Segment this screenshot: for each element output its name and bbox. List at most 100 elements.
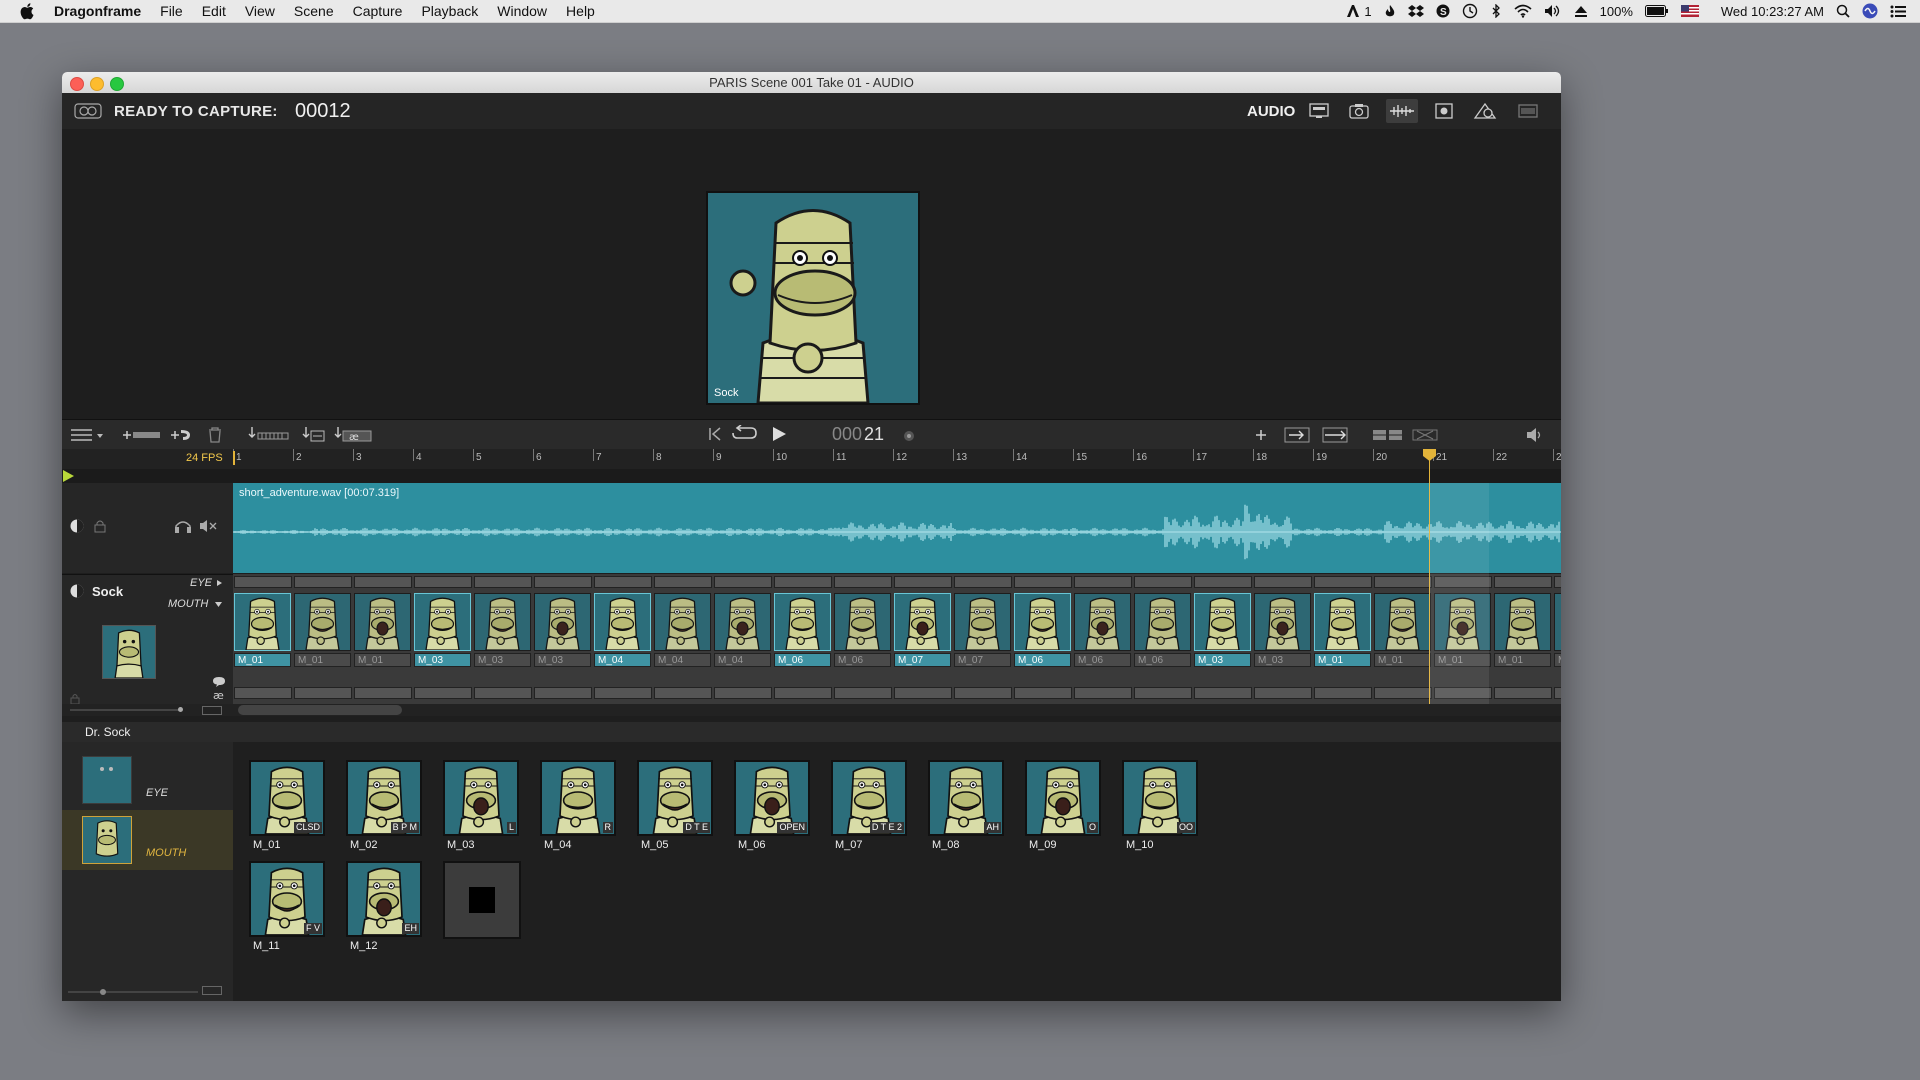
dialogue-track-cell[interactable] — [954, 687, 1012, 699]
eye-track-cell[interactable] — [474, 576, 532, 588]
dropbox-icon[interactable] — [1407, 4, 1424, 18]
dialogue-track-cell[interactable] — [534, 687, 592, 699]
eye-track-cell[interactable] — [414, 576, 472, 588]
expand-timeline-icon[interactable] — [1322, 427, 1348, 448]
eye-track-cell[interactable] — [1314, 576, 1372, 588]
track-height-slider[interactable] — [70, 709, 180, 711]
eye-group-label[interactable]: EYE — [146, 787, 168, 799]
audio-workspace-icon[interactable] — [1386, 99, 1418, 123]
eye-track-cell[interactable] — [1494, 576, 1552, 588]
mouth-frame-thumbnail[interactable] — [1374, 593, 1431, 651]
dialogue-track-cell[interactable] — [474, 687, 532, 699]
mouth-frame-thumbnail[interactable] — [594, 593, 651, 651]
view-mode-icon[interactable] — [68, 99, 108, 123]
dialogue-track-cell[interactable] — [1014, 687, 1072, 699]
phoneme-icon[interactable]: æ — [213, 689, 224, 702]
dialogue-track-cell[interactable] — [834, 687, 892, 699]
mouth-frame-thumbnail[interactable] — [354, 593, 411, 651]
menu-scene[interactable]: Scene — [294, 3, 334, 19]
insert-frame-icon[interactable] — [248, 426, 290, 449]
eye-track-cell[interactable] — [294, 576, 352, 588]
zoom-in-icon[interactable] — [1254, 428, 1268, 447]
audio-volume-icon[interactable] — [1526, 427, 1546, 448]
bluetooth-icon[interactable] — [1490, 4, 1502, 18]
replacement-thumbnail[interactable]: EH — [346, 861, 422, 937]
eye-track-cell[interactable] — [834, 576, 892, 588]
frame-hold-icon[interactable] — [302, 426, 326, 449]
replacement-thumbnail[interactable]: OO — [1122, 760, 1198, 836]
dialogue-track-cell[interactable] — [234, 687, 292, 699]
spotlight-search-icon[interactable] — [1836, 4, 1850, 18]
replacement-thumbnail[interactable]: D T E — [637, 760, 713, 836]
mouth-frame-thumbnail[interactable] — [1254, 593, 1311, 651]
dialogue-track-cell[interactable] — [774, 687, 832, 699]
time-machine-icon[interactable] — [1462, 3, 1478, 19]
blank-replacement-slot[interactable] — [443, 861, 521, 939]
play-button[interactable] — [770, 425, 788, 448]
capture-marker-icon[interactable] — [62, 469, 76, 483]
timeline-horizontal-scrollbar[interactable] — [238, 705, 402, 715]
x-sheet-workspace-icon[interactable] — [1429, 99, 1459, 123]
replacement-thumbnail[interactable]: D T E 2 — [831, 760, 907, 836]
mouth-frame-thumbnail[interactable] — [1314, 593, 1371, 651]
eye-group-thumbnail[interactable] — [82, 756, 132, 804]
siri-icon[interactable] — [1862, 3, 1878, 19]
mouth-track-label[interactable]: MOUTH — [168, 598, 208, 610]
dialogue-track-cell[interactable] — [894, 687, 952, 699]
dialogue-track-cell[interactable] — [1194, 687, 1252, 699]
thumbnail-size-slider[interactable] — [68, 991, 198, 993]
frame-stepper-icon[interactable] — [902, 429, 916, 448]
current-frame-number[interactable]: 21 — [864, 424, 884, 445]
panel-toggle-icon[interactable] — [1513, 99, 1543, 123]
menu-playback[interactable]: Playback — [421, 3, 478, 19]
camera-workspace-icon[interactable] — [1344, 99, 1374, 123]
mouth-frame-thumbnail[interactable] — [474, 593, 531, 651]
volume-icon[interactable] — [1544, 4, 1562, 18]
eye-track-cell[interactable] — [354, 576, 412, 588]
menu-window[interactable]: Window — [497, 3, 547, 19]
eye-track-cell[interactable] — [534, 576, 592, 588]
mouth-frame-thumbnail[interactable] — [834, 593, 891, 651]
playhead-strip[interactable] — [62, 469, 1561, 483]
fit-timeline-icon[interactable] — [1284, 427, 1310, 448]
mouth-frame-thumbnail[interactable] — [1554, 593, 1561, 651]
add-track-icon[interactable] — [122, 428, 162, 447]
dialogue-track-cell[interactable] — [1134, 687, 1192, 699]
in-point-marker[interactable] — [233, 451, 235, 465]
replacement-thumbnail[interactable]: R — [540, 760, 616, 836]
track-height-knob[interactable] — [178, 707, 183, 712]
replacement-thumbnail[interactable]: OPEN — [734, 760, 810, 836]
menu-capture[interactable]: Capture — [353, 3, 403, 19]
mouth-frame-thumbnail[interactable] — [894, 593, 951, 651]
menu-file[interactable]: File — [160, 3, 183, 19]
flame-icon[interactable] — [1384, 4, 1396, 18]
dialogue-track-cell[interactable] — [354, 687, 412, 699]
track-visibility-icon[interactable] — [69, 518, 85, 539]
eye-track-cell[interactable] — [894, 576, 952, 588]
apple-icon[interactable] — [18, 1, 38, 21]
menu-help[interactable]: Help — [566, 3, 595, 19]
eye-track-cell[interactable] — [1374, 576, 1432, 588]
menu-view[interactable]: View — [245, 3, 275, 19]
replacement-thumbnail[interactable]: O — [1025, 760, 1101, 836]
dialogue-track-cell[interactable] — [1494, 687, 1552, 699]
eye-track-cell[interactable] — [1254, 576, 1312, 588]
window-titlebar[interactable]: PARIS Scene 001 Take 01 - AUDIO — [62, 72, 1561, 93]
mouth-frame-thumbnail[interactable] — [534, 593, 591, 651]
mouth-frame-thumbnail[interactable] — [714, 593, 771, 651]
live-view-frame[interactable]: Sock — [706, 191, 920, 405]
character-visibility-icon[interactable] — [69, 583, 85, 604]
track-lock-icon[interactable] — [94, 519, 106, 538]
dialogue-track-cell[interactable] — [1254, 687, 1312, 699]
mouth-group-thumbnail[interactable] — [82, 816, 132, 864]
eye-track-expand-icon[interactable] — [216, 579, 224, 587]
skype-icon[interactable]: S — [1436, 4, 1450, 18]
replacement-thumbnail[interactable]: B P M — [346, 760, 422, 836]
replacement-thumbnail[interactable]: CLSD — [249, 760, 325, 836]
dialogue-track-cell[interactable] — [414, 687, 472, 699]
eye-track-cell[interactable] — [714, 576, 772, 588]
eye-track-cell[interactable] — [1014, 576, 1072, 588]
split-view-icon[interactable] — [1372, 427, 1404, 448]
track-resize-icon[interactable] — [202, 706, 222, 715]
mouth-frame-thumbnail[interactable] — [294, 593, 351, 651]
